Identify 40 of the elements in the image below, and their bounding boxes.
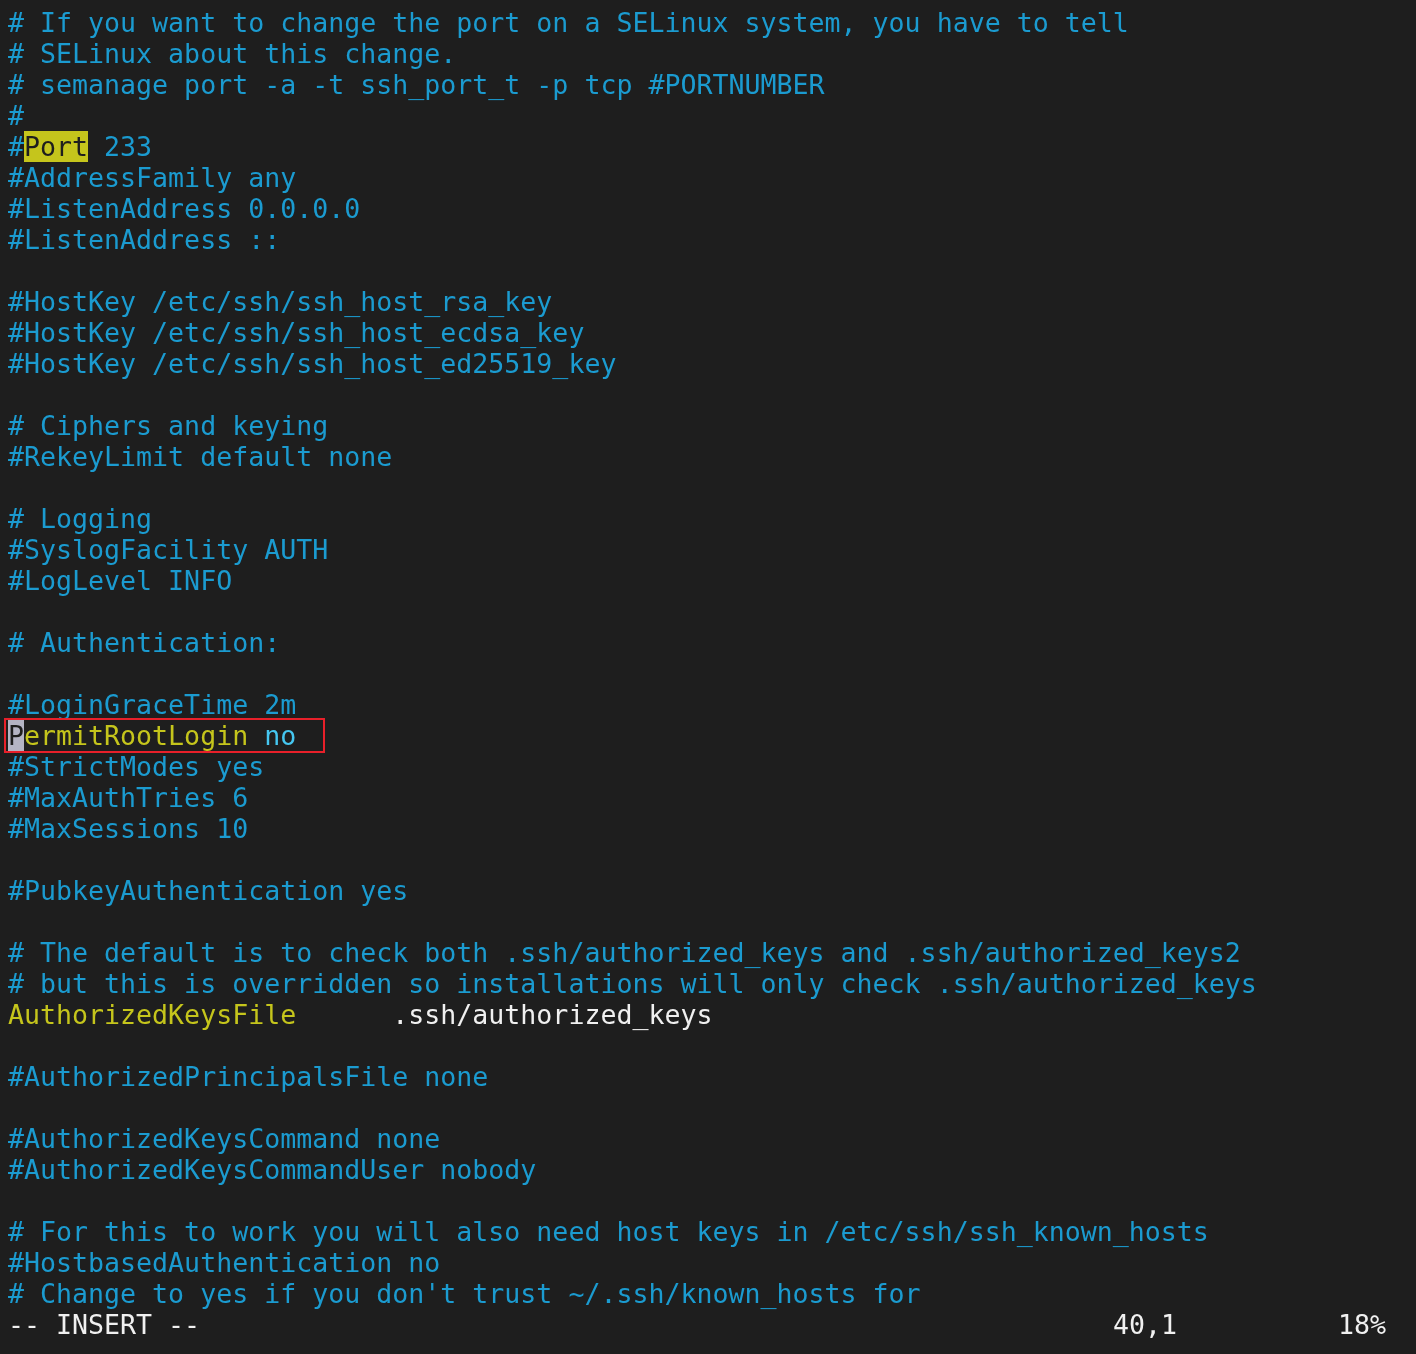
comment-text: #HostKey /etc/ssh/ssh_host_ed25519_key: [8, 348, 617, 379]
comment-text: #HostbasedAuthentication no: [8, 1247, 441, 1278]
comment-text: #HostKey /etc/ssh/ssh_host_rsa_key: [8, 286, 553, 317]
comment-text: # Logging: [8, 503, 153, 534]
mode-indicator: -- INSERT --: [8, 1309, 202, 1340]
value-text: no: [263, 720, 297, 751]
comment-text: #AddressFamily any: [8, 162, 297, 193]
comment-text: #AuthorizedKeysCommandUser nobody: [8, 1154, 537, 1185]
text-cursor: P: [8, 720, 24, 751]
comment-text: #PubkeyAuthentication yes: [8, 875, 409, 906]
comment-text: # Authentication:: [8, 627, 281, 658]
comment-text: 233: [103, 131, 153, 162]
comment-text: # but this is overridden so installations will only check .ssh/authorized_keys: [8, 968, 1257, 999]
search-match: Port: [24, 131, 89, 162]
keyword-text: AuthorizedKeysFile: [8, 999, 297, 1030]
comment-text: # For this to work you will also need host keys in /etc/ssh/ssh_known_hosts: [8, 1216, 1209, 1247]
comment-text: #ListenAddress 0.0.0.0: [8, 193, 361, 224]
keyword-text: ermitRootLogin: [24, 720, 249, 751]
comment-text: #MaxSessions 10: [8, 813, 249, 844]
comment-text: #: [8, 131, 24, 162]
comment-text: #MaxAuthTries 6: [8, 782, 249, 813]
comment-text: #SyslogFacility AUTH: [8, 534, 329, 565]
comment-text: #LogLevel INFO: [8, 565, 233, 596]
comment-text: # The default is to check both .ssh/authorized_keys and .ssh/authorized_keys2: [8, 937, 1241, 968]
comment-text: # If you want to change the port on a SELinux system, you have to tell: [8, 7, 1129, 38]
comment-text: # semanage port -a -t ssh_port_t -p tcp #PORTNUMBER: [8, 69, 825, 100]
comment-text: # SELinux about this change.: [8, 38, 457, 69]
comment-text: #AuthorizedPrincipalsFile none: [8, 1061, 489, 1092]
comment-text: #AuthorizedKeysCommand none: [8, 1123, 441, 1154]
cursor-position: 40,1: [1112, 1309, 1178, 1340]
comment-text: #RekeyLimit default none: [8, 441, 393, 472]
comment-text: #LoginGraceTime 2m: [8, 689, 297, 720]
comment-text: #StrictModes yes: [8, 751, 265, 782]
comment-text: #ListenAddress ::: [8, 224, 281, 255]
comment-text: #HostKey /etc/ssh/ssh_host_ecdsa_key: [8, 317, 585, 348]
scroll-percentage: 18%: [1337, 1309, 1386, 1340]
path-text: .ssh/authorized_keys: [391, 999, 713, 1030]
comment-text: #: [8, 100, 24, 131]
comment-text: # Change to yes if you don't trust ~/.ssh/known_hosts for: [8, 1278, 921, 1309]
comment-text: # Ciphers and keying: [8, 410, 329, 441]
